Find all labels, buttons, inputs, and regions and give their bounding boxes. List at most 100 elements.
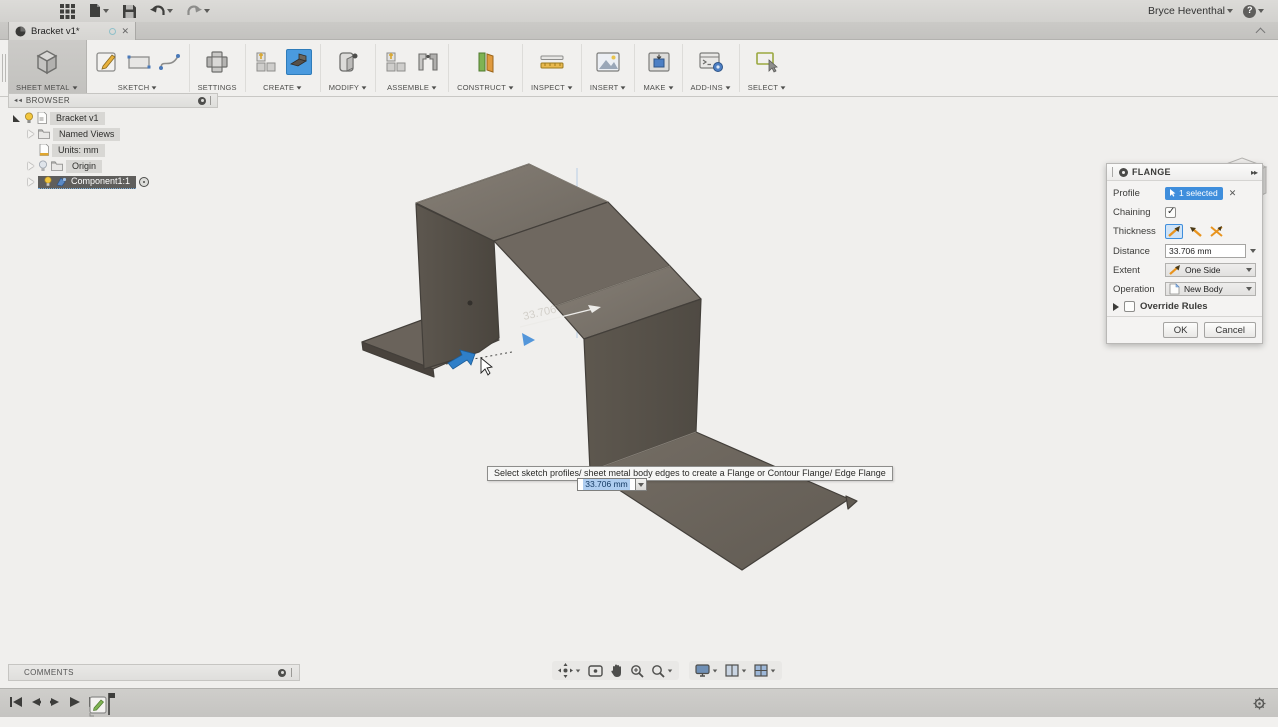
override-checkbox[interactable] [1124,301,1135,312]
step-back-button[interactable] [31,696,41,708]
tree-label-bracket-v1[interactable]: Bracket v1 [50,112,105,125]
flange-dialog: FLANGE Profile 1 selected Chaining Thick… [1106,163,1263,344]
thickness-symmetric-button[interactable] [1207,224,1225,239]
rectangle-tool-icon[interactable] [127,54,151,70]
toolbar-collapse-chevron-icon[interactable] [1257,26,1266,32]
tree-label-named-views[interactable]: Named Views [53,128,120,141]
user-menu-caret-icon [1227,9,1233,13]
dimension-input-value: 33.706 mm [583,479,630,490]
zoom-button[interactable] [630,664,644,678]
workspace-menu-sheet-metal[interactable]: SHEET METAL [8,40,87,96]
select-caret-icon [781,86,786,89]
help-caret-icon [1258,9,1264,13]
tree-row-component-selected[interactable]: Component1:1 [38,176,136,189]
flange-tool-active[interactable] [286,49,312,75]
app-launcher-grid-icon[interactable] [60,4,75,19]
viewports-button[interactable] [754,664,776,677]
step-forward-button[interactable] [50,696,60,708]
distance-caret-icon[interactable] [1250,249,1256,253]
bracket-body[interactable] [362,164,857,570]
override-expand-icon[interactable] [1113,303,1119,311]
app-bar: Bryce Heventhal [0,0,1278,22]
distance-input[interactable]: 33.706 mm [1165,244,1246,258]
visibility-bulb-icon[interactable] [24,112,34,124]
undo-button[interactable] [150,5,173,17]
chaining-label: Chaining [1113,207,1165,218]
joint-icon[interactable] [416,51,440,73]
new-component-icon[interactable] [254,50,278,74]
pan-button[interactable] [610,664,623,678]
collapse-triangle-icon[interactable] [28,178,34,186]
measure-icon[interactable] [539,52,565,72]
browser-collapse-icon[interactable] [13,96,22,105]
dialog-dock-icon[interactable] [1251,168,1257,177]
thickness-side2-button[interactable] [1186,224,1204,239]
tree-item-component[interactable]: Component1:1 [8,175,218,189]
save-button[interactable] [123,5,136,18]
visibility-bulb-icon[interactable] [44,176,52,187]
flange-dialog-header[interactable]: FLANGE [1107,164,1262,181]
chaining-checkbox[interactable] [1165,207,1176,218]
construction-plane-icon[interactable] [473,50,499,74]
ribbon-grip[interactable] [2,54,6,82]
clear-selection-icon[interactable] [1229,188,1237,199]
tree-label-origin[interactable]: Origin [66,160,102,173]
dimension-input-dropdown[interactable] [636,478,647,491]
collapse-triangle-icon[interactable] [28,130,34,138]
tree-item-units[interactable]: Units: mm [8,143,218,157]
ok-button[interactable]: OK [1163,322,1199,338]
new-body-icon [1169,283,1180,295]
collapse-triangle-icon[interactable] [28,162,34,170]
orbit-button[interactable] [558,663,581,678]
tree-item-root[interactable]: Bracket v1 [8,111,218,125]
select-tool-icon[interactable] [755,50,779,74]
file-menu-button[interactable] [89,4,109,18]
new-component-assemble-icon[interactable] [384,50,408,74]
user-menu[interactable]: Bryce Heventhal [1148,5,1233,17]
flange-tooltip: Select sketch profiles/ sheet metal body… [487,466,893,481]
spline-tool-icon[interactable] [159,52,181,72]
play-button[interactable] [69,696,80,708]
comments-settings-icon[interactable] [278,669,286,677]
tab-close-icon[interactable] [121,27,129,36]
timeline-feature-sketch[interactable] [88,691,118,722]
tree-item-named-views[interactable]: Named Views [8,127,218,141]
thickness-side1-button[interactable] [1165,224,1183,239]
help-menu[interactable] [1243,5,1264,18]
timeline-marker-flag[interactable] [109,693,115,698]
go-to-start-button[interactable] [10,696,22,708]
sheet-metal-rules-icon[interactable] [204,49,230,75]
activate-component-radio-icon[interactable] [139,177,149,187]
dimension-input-group[interactable]: 33.706 mm [577,478,647,491]
browser-header[interactable]: BROWSER [8,93,218,108]
display-settings-button[interactable] [695,664,718,677]
redo-button[interactable] [187,5,210,17]
tree-item-origin[interactable]: Origin [8,159,218,173]
document-tab[interactable]: Bracket v1* [8,22,136,40]
tree-label-units[interactable]: Units: mm [52,144,105,157]
fit-button[interactable] [651,664,673,678]
look-at-button[interactable] [588,665,603,677]
operation-value: New Body [1184,284,1223,294]
browser-settings-icon[interactable] [198,97,206,105]
file-menu-caret-icon [103,9,109,13]
extent-select[interactable]: One Side [1165,263,1256,277]
scripts-add-ins-icon[interactable] [698,51,724,73]
insert-canvas-icon[interactable] [595,51,621,73]
profile-selection-chip[interactable]: 1 selected [1165,187,1223,200]
visibility-bulb-off-icon[interactable] [38,160,48,172]
press-pull-icon[interactable] [337,50,359,74]
create-sketch-icon[interactable] [95,50,119,74]
operation-label: Operation [1113,284,1165,295]
timeline-settings-button[interactable] [1253,697,1266,715]
profile-direction-marker [522,333,535,346]
dimension-input[interactable]: 33.706 mm [577,478,636,491]
make-3d-print-icon[interactable] [647,51,671,73]
expand-triangle-icon[interactable] [13,115,20,122]
operation-select[interactable]: New Body [1165,282,1256,296]
cancel-button[interactable]: Cancel [1204,322,1256,338]
extent-caret-icon [1246,268,1252,272]
grid-layout-button[interactable] [725,664,747,677]
override-rules-row[interactable]: Override Rules [1113,301,1256,312]
comments-bar[interactable]: COMMENTS [8,664,300,681]
